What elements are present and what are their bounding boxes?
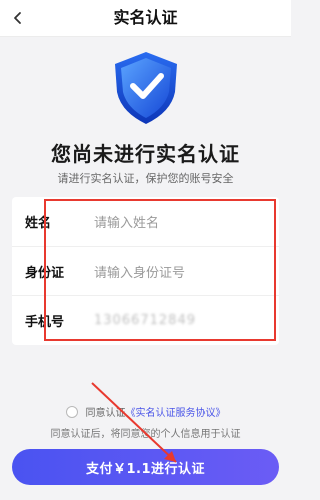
page-title: 实名认证 — [113, 8, 178, 27]
agreement-prefix: 同意认证 — [85, 408, 126, 419]
phone-input[interactable]: 13066712849 — [81, 313, 279, 328]
id-number-input[interactable]: 请输入身份证号 — [81, 262, 279, 281]
verification-subheading: 请进行实名认证，保护您的账号安全 — [57, 172, 234, 185]
id-number-label: 身份证 — [25, 266, 65, 281]
phone-label: 手机号 — [25, 315, 65, 330]
name-row[interactable]: 姓名 请输入姓名 — [12, 197, 279, 246]
name-label: 姓名 — [25, 216, 52, 231]
name-input[interactable]: 请输入姓名 — [81, 212, 279, 231]
id-number-row[interactable]: 身份证 请输入身份证号 — [12, 246, 279, 296]
shield-check-icon — [115, 52, 177, 124]
identity-form: 姓名 请输入姓名 身份证 请输入身份证号 手机号 13066712849 — [12, 197, 279, 345]
agreement-notice: 同意认证后，将同意您的个人信息用于认证 — [50, 429, 241, 440]
top-bar: 实名认证 — [0, 0, 291, 37]
agreement-row: 同意认证 《实名认证服务协议》 — [0, 404, 291, 419]
agreement-link[interactable]: 《实名认证服务协议》 — [126, 404, 226, 419]
agreement-radio[interactable] — [65, 405, 78, 418]
pay-verify-button[interactable]: 支付￥1.1进行认证 — [12, 449, 279, 485]
phone-row[interactable]: 手机号 13066712849 — [12, 295, 279, 345]
verification-heading: 您尚未进行实名认证 — [51, 142, 240, 166]
